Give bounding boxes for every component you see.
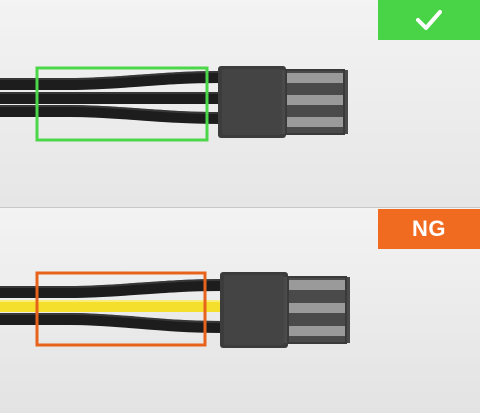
bad-connector	[220, 272, 350, 348]
good-example-panel	[0, 0, 480, 207]
good-wire-bundle	[0, 71, 221, 124]
ng-badge: NG	[378, 209, 480, 249]
ng-badge-label: NG	[412, 216, 446, 241]
bad-wire-bundle	[0, 279, 223, 333]
good-connector	[218, 66, 348, 138]
ok-badge	[378, 0, 480, 40]
check-icon	[416, 10, 442, 30]
